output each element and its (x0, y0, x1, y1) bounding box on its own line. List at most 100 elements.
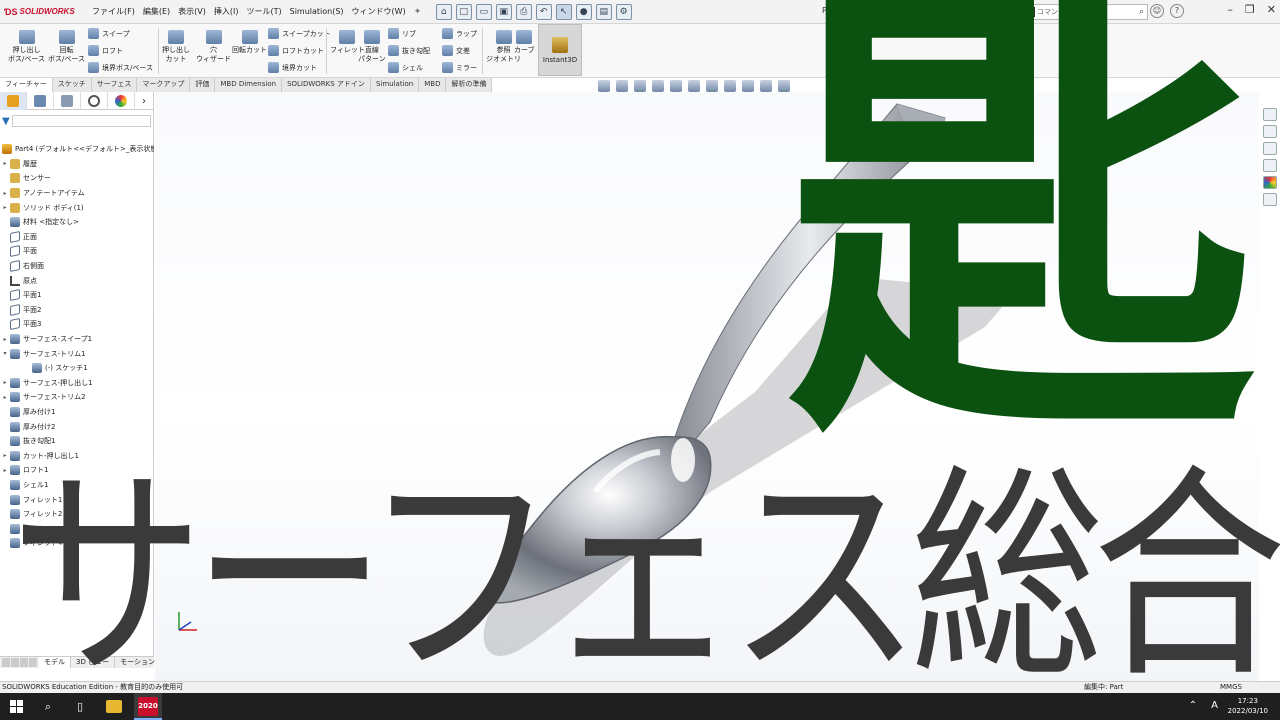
mirror-button[interactable]: ミラー (442, 62, 477, 73)
pin-icon[interactable]: ✦ (414, 7, 424, 17)
boundary-boss-button[interactable]: 境界ボス/ベース (88, 62, 153, 73)
expand-arrow-icon[interactable]: ▸ (0, 336, 10, 343)
file-properties-icon[interactable]: ▤ (595, 3, 612, 20)
property-manager-tab[interactable] (27, 92, 54, 110)
zoom-area-icon[interactable] (616, 80, 628, 92)
design-library-icon[interactable] (1263, 125, 1277, 138)
save-icon[interactable]: ▣ (495, 3, 512, 20)
options-gear-icon[interactable]: ⚙ (615, 3, 632, 20)
expand-arrow-icon[interactable]: ▸ (0, 160, 10, 167)
extrude-cut-button[interactable]: 押し出し カット (162, 30, 190, 64)
select-arrow-icon[interactable]: ↖ (555, 3, 572, 20)
boundary-cut-button[interactable]: 境界カット (268, 62, 317, 73)
extrude-boss-button[interactable]: 押し出し ボス/ベース (8, 30, 45, 64)
previous-view-icon[interactable] (634, 80, 646, 92)
menu-tools[interactable]: ツール(T) (242, 6, 285, 17)
draft-button[interactable]: 抜き勾配 (388, 45, 430, 56)
menu-file[interactable]: ファイル(F) (88, 6, 139, 17)
custom-properties-icon[interactable] (1263, 193, 1277, 206)
tab-markup[interactable]: マークアップ (137, 78, 191, 92)
apply-scene-icon[interactable] (760, 80, 772, 92)
tree-item[interactable]: 厚み付け2 (0, 419, 154, 434)
tree-item[interactable]: ▸ サーフェス-スイープ1 (0, 332, 154, 347)
dimxpert-tab[interactable] (81, 92, 108, 110)
expand-arrow-icon[interactable]: ▸ (0, 394, 10, 401)
tab-sketch[interactable]: スケッチ (52, 78, 92, 92)
tree-item[interactable]: ▸ サーフェス-押し出し1 (0, 376, 154, 391)
tree-item[interactable]: 平面2 (0, 303, 154, 318)
tree-item[interactable]: ▸ アノテートアイテム (0, 186, 154, 201)
print-icon[interactable]: ⎙ (515, 3, 532, 20)
section-view-icon[interactable] (652, 80, 664, 92)
open-icon[interactable]: ▭ (475, 3, 492, 20)
filter-input[interactable] (11, 115, 151, 127)
display-manager-tab[interactable] (108, 92, 135, 110)
new-document-icon[interactable]: □ (455, 3, 472, 20)
loft-cut-button[interactable]: ロフトカット (268, 45, 324, 56)
tree-item[interactable]: ▸ ソリッド ボディ(1) (0, 200, 154, 215)
tree-item[interactable]: ▸ 履歴 (0, 157, 154, 172)
hide-show-icon[interactable] (724, 80, 736, 92)
tab-features[interactable]: フィーチャー (0, 78, 53, 92)
tree-item[interactable]: 厚み付け1 (0, 405, 154, 420)
solidworks-logo[interactable]: ƊS SOLIDWORKS (0, 7, 88, 17)
revolve-boss-button[interactable]: 回転 ボス/ベース (48, 30, 85, 64)
home-icon[interactable]: ⌂ (435, 3, 452, 20)
view-palette-icon[interactable] (1263, 159, 1277, 172)
expand-arrow-icon[interactable]: ▸ (0, 452, 10, 459)
undo-icon[interactable]: ↶ (535, 3, 552, 20)
tree-item[interactable]: 平面3 (0, 317, 154, 332)
intersect-button[interactable]: 交差 (442, 45, 470, 56)
solidworks-resources-icon[interactable] (1263, 108, 1277, 121)
edit-appearance-icon[interactable] (742, 80, 754, 92)
tree-root-part[interactable]: Part4 (デフォルト<<デフォルト>_表示状態 (0, 142, 154, 157)
tree-item[interactable]: ▾ サーフェス-トリム1 (0, 346, 154, 361)
tree-item[interactable]: 平面1 (0, 288, 154, 303)
menu-edit[interactable]: 編集(E) (139, 6, 174, 17)
rebuild-icon[interactable]: ● (575, 3, 592, 20)
sweep-cut-button[interactable]: スイープカット (268, 28, 331, 39)
wrap-button[interactable]: ラップ (442, 28, 477, 39)
expand-arrow-icon[interactable]: ▸ (0, 467, 10, 474)
menu-simulation[interactable]: Simulation(S) (286, 7, 348, 16)
display-style-icon[interactable] (706, 80, 718, 92)
dynamic-annotation-icon[interactable] (670, 80, 682, 92)
tree-item[interactable]: (-) スケッチ1 (0, 361, 154, 376)
revolve-cut-button[interactable]: 回転カット (232, 30, 267, 55)
tab-mbd-dimension[interactable]: MBD Dimension (215, 78, 283, 92)
tree-item[interactable]: 平面 (0, 244, 154, 259)
tab-addins[interactable]: SOLIDWORKS アドイン (282, 78, 371, 92)
sweep-button[interactable]: スイープ (88, 28, 130, 39)
tab-evaluate[interactable]: 評価 (190, 78, 216, 92)
hole-wizard-button[interactable]: 穴 ウィザード (196, 30, 231, 64)
shell-button[interactable]: シェル (388, 62, 423, 73)
expand-arrow-icon[interactable]: ▸ (0, 204, 10, 211)
filter-icon[interactable]: ▼ (2, 116, 10, 127)
expand-arrow-icon[interactable]: ▸ (0, 190, 10, 197)
menu-window[interactable]: ウィンドウ(W) (348, 6, 410, 17)
rib-button[interactable]: リブ (388, 28, 416, 39)
menu-view[interactable]: 表示(V) (174, 6, 210, 17)
expand-arrow-icon[interactable]: ▸ (0, 379, 10, 386)
tab-mbd[interactable]: MBD (419, 78, 447, 92)
menu-insert[interactable]: 挿入(I) (210, 6, 243, 17)
linear-pattern-button[interactable]: 直線 パターン (358, 30, 386, 64)
curves-button[interactable]: カーブ (514, 30, 535, 55)
file-explorer-icon[interactable] (1263, 142, 1277, 155)
tree-item[interactable]: 原点 (0, 273, 154, 288)
instant3d-button[interactable]: Instant3D (538, 24, 582, 76)
expanded-arrow-icon[interactable]: ▾ (0, 350, 10, 357)
loft-button[interactable]: ロフト (88, 45, 123, 56)
configuration-manager-tab[interactable] (54, 92, 81, 110)
tree-item[interactable]: ▸ サーフェス-トリム2 (0, 390, 154, 405)
tab-simulation[interactable]: Simulation (370, 78, 420, 92)
tab-analysis-prep[interactable]: 解析の準備 (446, 78, 493, 92)
tree-item[interactable]: 材料 <指定なし> (0, 215, 154, 230)
close-icon[interactable]: ✕ (1267, 3, 1276, 16)
appearances-icon[interactable] (1263, 176, 1277, 189)
tree-item[interactable]: 右側面 (0, 259, 154, 274)
tree-item[interactable]: センサー (0, 171, 154, 186)
tree-item[interactable]: 正面 (0, 230, 154, 245)
tab-surfaces[interactable]: サーフェス (91, 78, 138, 92)
feature-manager-tab[interactable] (0, 92, 27, 110)
